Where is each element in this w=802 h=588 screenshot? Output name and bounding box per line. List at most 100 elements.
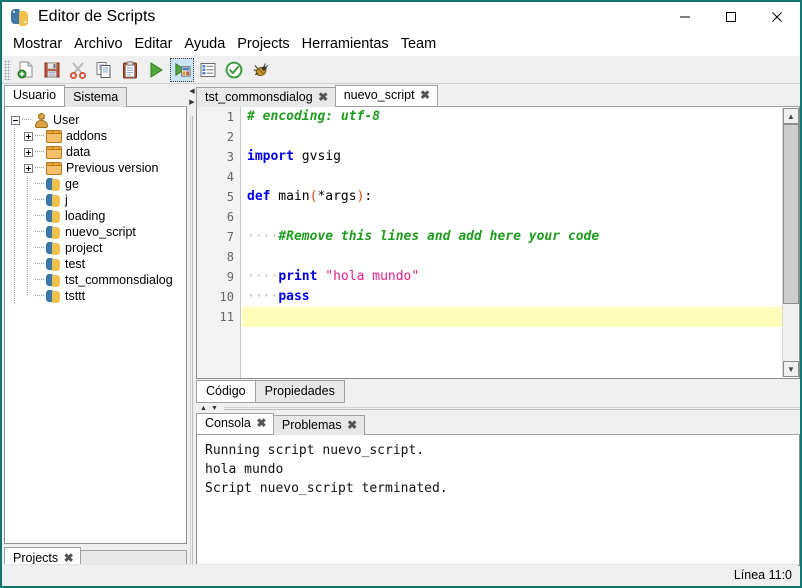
tree-node-data[interactable]: data [9,144,184,160]
editor-tab-tst-commonsdialog[interactable]: tst_commonsdialog ✖ [196,87,336,107]
tree-node-nuevo-script[interactable]: nuevo_script [9,224,184,240]
menu-item-team[interactable]: Team [395,34,442,54]
code-editor[interactable]: 1 2 3 4 5 6 7 8 9 10 11 # encoding: utf-… [196,107,800,379]
python-file-icon [46,209,61,223]
tree-node-project[interactable]: project [9,240,184,256]
tree-indent [22,272,35,288]
close-icon[interactable]: ✖ [63,552,74,564]
tree-indent [9,176,22,192]
title-bar: Editor de Scripts [2,2,800,32]
line-number: 7 [226,230,234,244]
tab-problemas[interactable]: Problemas ✖ [272,415,365,435]
tree-node-user[interactable]: User [9,112,184,128]
line-number: 2 [226,130,234,144]
line-number: 11 [219,310,234,324]
tab-projects-label: Projects [13,551,59,565]
collapse-right-icon[interactable]: ▶ [189,99,194,106]
tree-line [35,256,46,272]
splitter-bar[interactable] [223,407,800,410]
expander-toggle[interactable] [22,128,35,144]
tree-node-j[interactable]: j [9,192,184,208]
play-triangle-icon[interactable] [144,58,168,82]
menu-item-herramientas[interactable]: Herramientas [296,34,395,54]
green-check-icon[interactable] [222,58,246,82]
scroll-down-icon[interactable]: ▼ [783,361,799,377]
horizontal-splitter[interactable]: ▲ ▼ [196,403,800,414]
left-panel: Usuario Sistema User addons data Previou… [4,85,187,574]
code-line-10[interactable]: ····pass [242,287,782,307]
run-script-icon[interactable] [170,57,194,82]
tree-node-previous-version[interactable]: Previous version [9,160,184,176]
maximize-button[interactable] [708,2,754,32]
splitter-bar[interactable] [190,116,193,572]
close-icon[interactable]: ✖ [347,419,358,431]
menu-item-editar[interactable]: Editar [129,34,179,54]
tab-sistema[interactable]: Sistema [64,87,128,107]
tree-node-loading[interactable]: loading [9,208,184,224]
tree-node-test[interactable]: test [9,256,184,272]
tree-node-label: data [66,145,91,159]
collapse-down-icon[interactable]: ▼ [211,405,218,412]
tab-propiedades[interactable]: Propiedades [254,380,345,403]
tree-node-label: ge [65,177,79,191]
tab-consola[interactable]: Consola ✖ [196,413,274,434]
vertical-splitter[interactable]: ◀ ▶ [188,86,196,574]
toolbar-grip[interactable] [4,59,11,80]
copy-icon[interactable] [92,58,116,82]
code-line-7[interactable]: ····#Remove this lines and add here your… [242,227,782,247]
bug-icon[interactable] [248,58,272,82]
menu-item-ayuda[interactable]: Ayuda [178,34,231,54]
tab-codigo[interactable]: Código [196,380,256,403]
code-line-5[interactable]: def main(*args): [242,187,782,207]
floppy-save-icon[interactable] [40,58,64,82]
code-token: print [278,269,318,284]
code-line-9[interactable]: ····print "hola mundo" [242,267,782,287]
editor-vertical-scrollbar[interactable]: ▲ ▼ [782,108,799,377]
clipboard-paste-icon[interactable] [118,58,142,82]
collapse-left-icon[interactable]: ◀ [189,88,194,95]
tree-line [22,112,33,128]
tree-node-label: loading [65,209,106,223]
close-icon[interactable]: ✖ [420,89,431,101]
code-text[interactable]: # encoding: utf-8 import gvsig def main(… [242,107,782,378]
code-line-2[interactable] [242,127,782,147]
close-button[interactable] [754,2,800,32]
expander-toggle[interactable] [9,112,22,128]
expander-toggle[interactable] [22,160,35,176]
menu-item-archivo[interactable]: Archivo [68,34,128,54]
code-line-6[interactable] [242,207,782,227]
menu-item-projects[interactable]: Projects [231,34,295,54]
console-output[interactable]: Running script nuevo_script. hola mundo … [196,435,800,566]
line-number-gutter: 1 2 3 4 5 6 7 8 9 10 11 [197,107,241,378]
tree-node-tst-commonsdialog[interactable]: tst_commonsdialog [9,272,184,288]
code-line-11[interactable] [242,307,782,327]
scrollbar-thumb[interactable] [783,124,799,304]
editor-tab-nuevo-script[interactable]: nuevo_script ✖ [334,85,438,106]
menu-item-mostrar[interactable]: Mostrar [7,34,68,54]
splitter-arrows[interactable]: ◀ ▶ [188,88,196,114]
list-properties-icon[interactable] [196,58,220,82]
code-line-8[interactable] [242,247,782,267]
tree-node-label: project [65,241,103,255]
code-line-1[interactable]: # encoding: utf-8 [242,107,782,127]
tab-usuario[interactable]: Usuario [4,85,66,106]
tree-node-ge[interactable]: ge [9,176,184,192]
close-icon[interactable]: ✖ [318,91,329,103]
tree-node-addons[interactable]: addons [9,128,184,144]
tree-node-tsttt[interactable]: tsttt [9,288,184,304]
code-line-4[interactable] [242,167,782,187]
code-line-3[interactable]: import gvsig [242,147,782,167]
minimize-button[interactable] [662,2,708,32]
script-tree[interactable]: User addons data Previous version ge j l… [4,107,187,544]
code-token: "hola mundo" [325,269,420,284]
close-icon[interactable]: ✖ [256,417,267,429]
console-tab-label: Consola [205,416,251,430]
code-token: : [364,189,373,204]
collapse-up-icon[interactable]: ▲ [200,405,207,412]
expander-toggle[interactable] [22,144,35,160]
scroll-up-icon[interactable]: ▲ [783,108,799,124]
editor-tab-label: tst_commonsdialog [205,90,313,104]
new-file-icon[interactable] [14,58,38,82]
tree-indent [22,288,35,304]
scissors-icon[interactable] [66,58,90,82]
